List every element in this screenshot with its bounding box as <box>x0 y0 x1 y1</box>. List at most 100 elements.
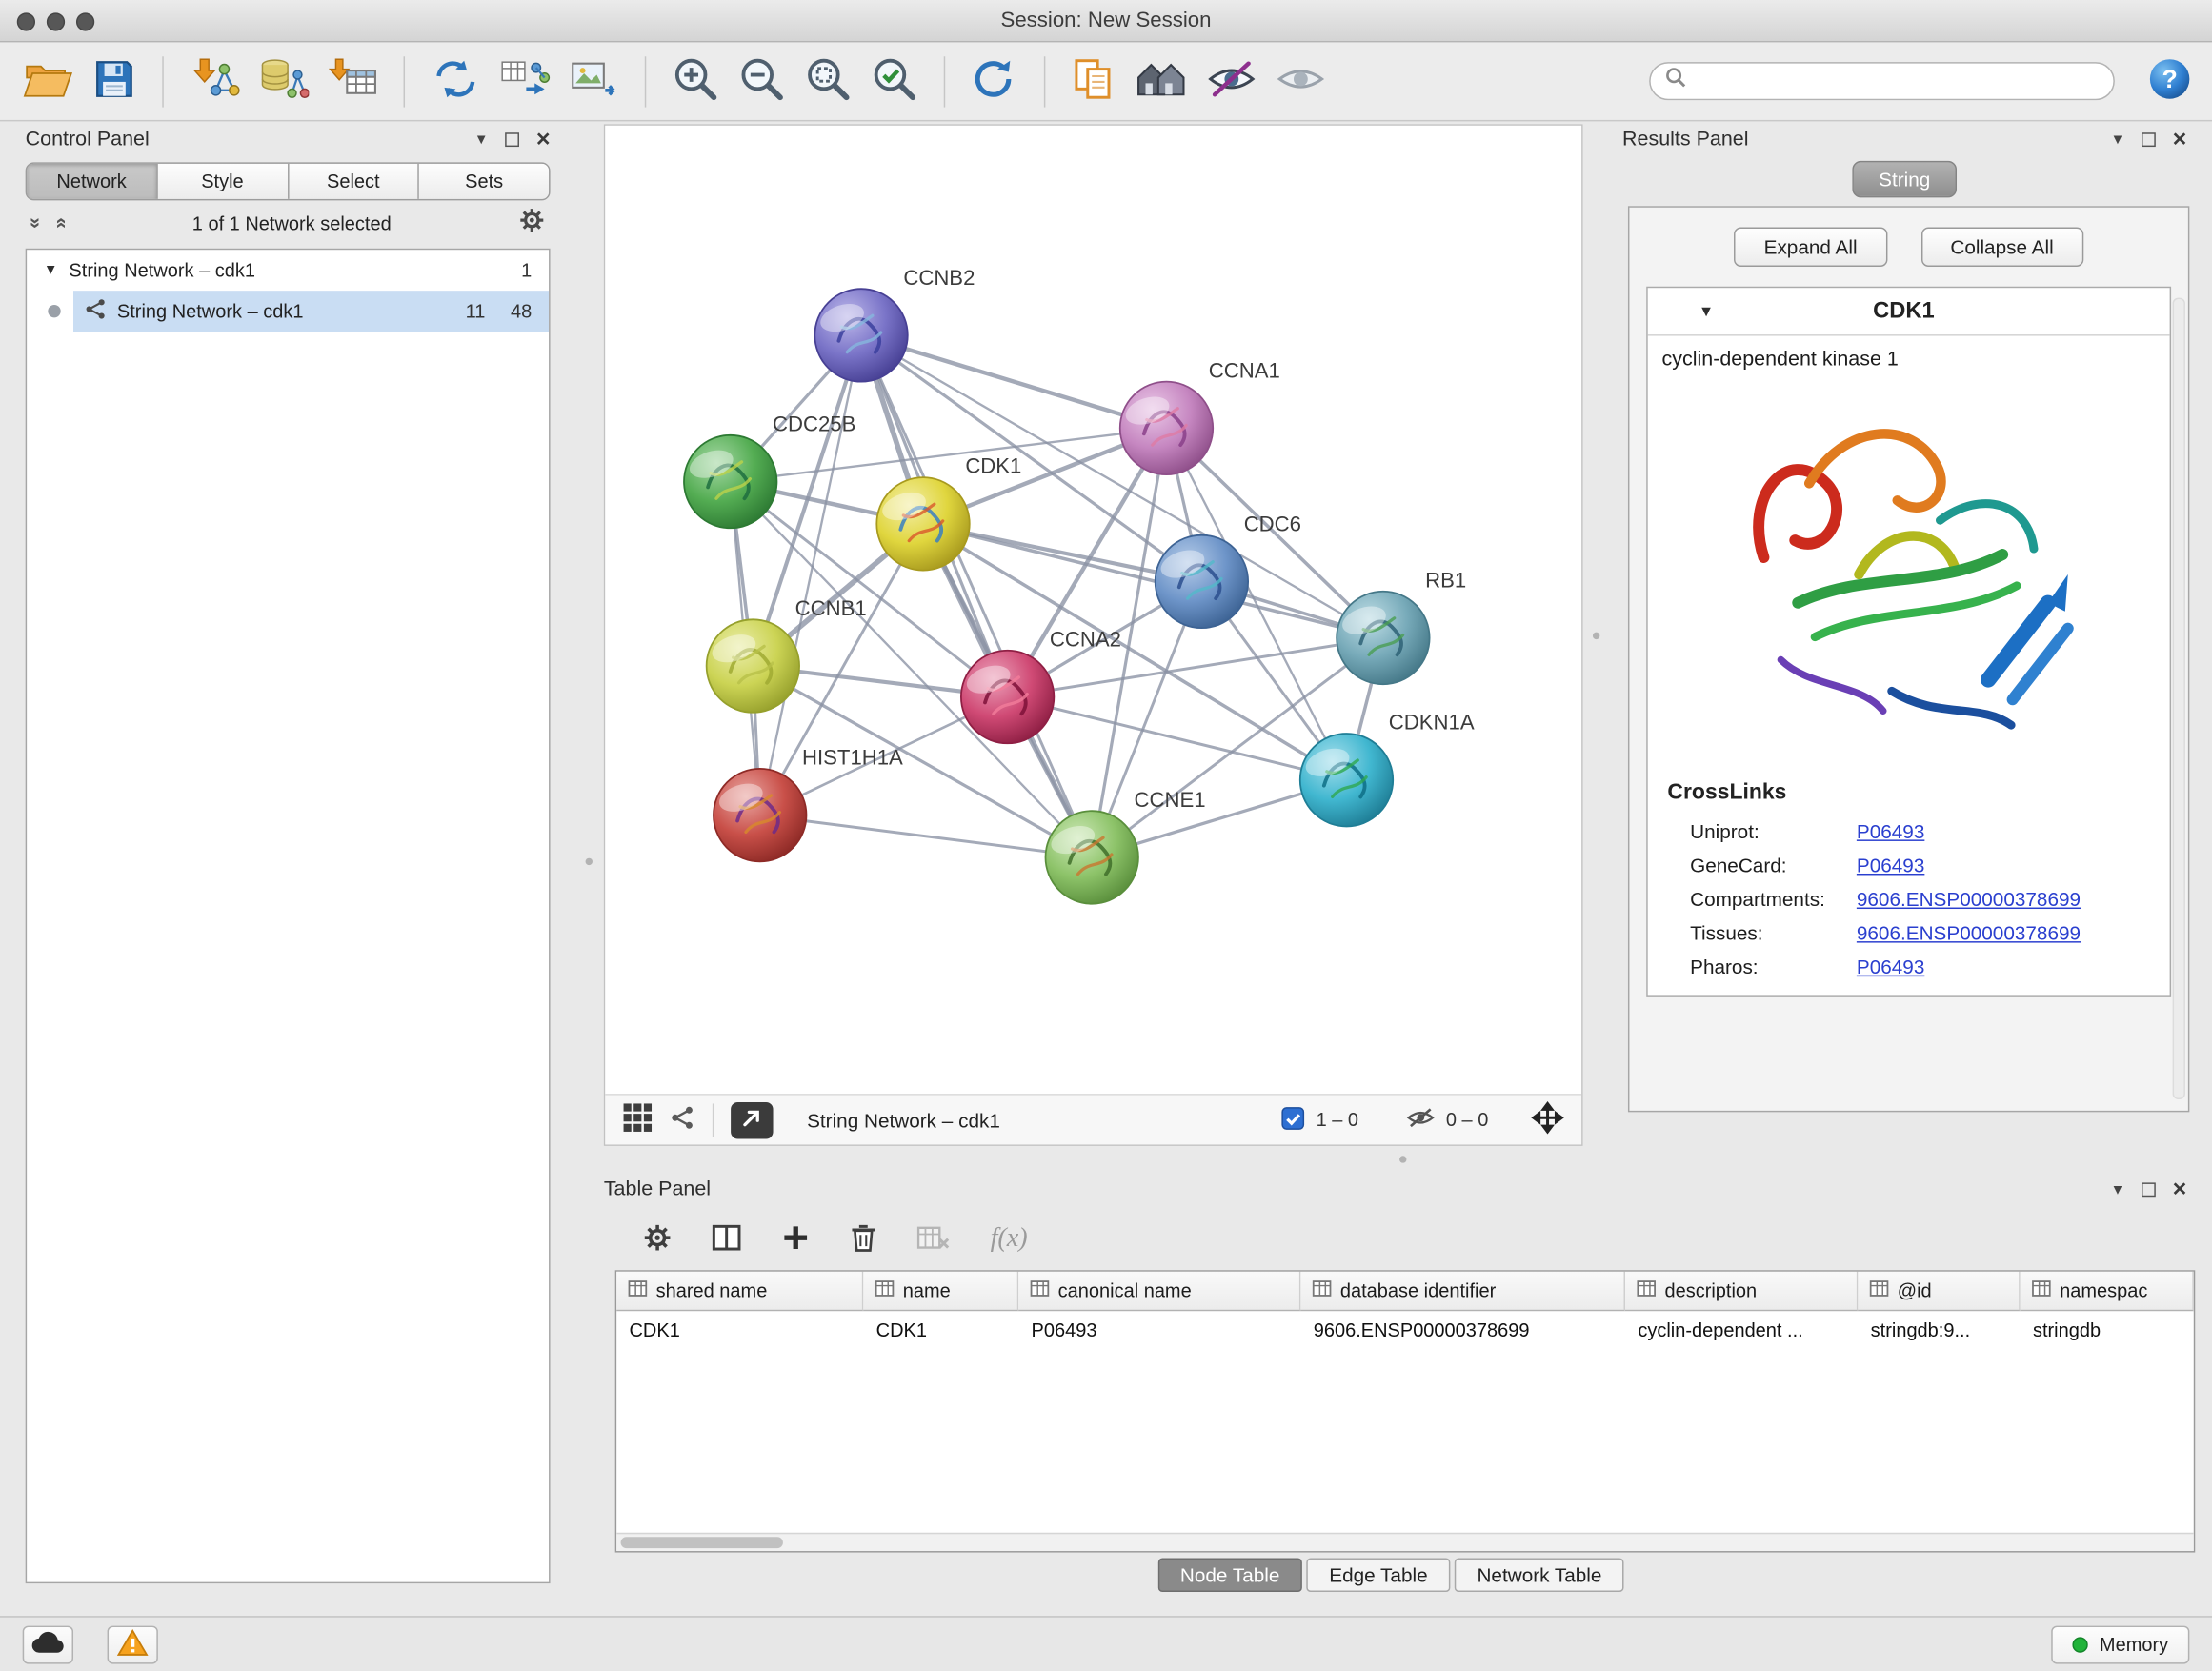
tab-style[interactable]: Style <box>157 164 288 199</box>
warnings-button[interactable] <box>108 1625 158 1663</box>
open-session-button[interactable] <box>20 55 76 108</box>
pharos-link[interactable]: P06493 <box>1857 956 1924 978</box>
hidden-eye-slash-icon[interactable] <box>1406 1106 1435 1133</box>
zoom-in-button[interactable] <box>669 52 722 111</box>
import-table-button[interactable] <box>325 53 381 109</box>
selected-checkbox-icon[interactable] <box>1281 1106 1305 1135</box>
table-toolbar: f(x) <box>581 1208 2201 1270</box>
cell-name[interactable]: CDK1 <box>863 1311 1018 1350</box>
maximize-window-button[interactable] <box>76 12 94 30</box>
network-node-RB1[interactable]: RB1 <box>1337 568 1466 684</box>
panel-float-icon[interactable] <box>2142 1182 2156 1197</box>
memory-button[interactable]: Memory <box>2052 1625 2190 1663</box>
table-settings-button[interactable] <box>643 1223 672 1256</box>
panel-close-icon[interactable]: × <box>2173 132 2187 147</box>
column-header-shared-name[interactable]: shared name <box>616 1272 863 1311</box>
column-header-namespace[interactable]: namespac <box>2021 1272 2194 1311</box>
scrollbar-thumb[interactable] <box>621 1537 783 1548</box>
column-header-name[interactable]: name <box>863 1272 1018 1311</box>
duplicate-document-button[interactable] <box>1068 53 1118 109</box>
compartments-link[interactable]: 9606.ENSP00000378699 <box>1857 888 2081 911</box>
show-graphics-details-button[interactable] <box>1273 55 1329 108</box>
tab-network-table[interactable]: Network Table <box>1455 1558 1624 1592</box>
column-header-description[interactable]: description <box>1625 1272 1858 1311</box>
zoom-out-icon <box>738 55 786 108</box>
network-node-CDKN1A[interactable]: CDKN1A <box>1300 711 1475 827</box>
network-options-gear-icon[interactable] <box>519 207 545 239</box>
apply-layout-button[interactable] <box>968 53 1021 109</box>
delete-table-button[interactable] <box>917 1223 952 1256</box>
column-header-canonical-name[interactable]: canonical name <box>1018 1272 1300 1311</box>
bottom-splitter-handle[interactable] <box>1399 1156 1406 1162</box>
cell-description[interactable]: cyclin-dependent ... <box>1625 1311 1858 1350</box>
cell-id[interactable]: stringdb:9... <box>1858 1311 2020 1350</box>
network-row[interactable]: String Network – cdk1 11 48 <box>27 291 549 332</box>
import-network-database-button[interactable] <box>255 53 312 109</box>
open-in-browser-button[interactable] <box>731 1101 773 1138</box>
import-network-file-button[interactable] <box>186 53 242 109</box>
genecard-link[interactable]: P06493 <box>1857 854 1924 876</box>
minimize-window-button[interactable] <box>47 12 65 30</box>
right-splitter-handle[interactable] <box>1593 633 1599 639</box>
tab-edge-table[interactable]: Edge Table <box>1307 1558 1451 1592</box>
gene-expand-icon[interactable]: ▼ <box>1699 303 1714 320</box>
panel-float-icon[interactable] <box>2142 132 2156 147</box>
panel-menu-icon[interactable]: ▼ <box>2111 1182 2125 1198</box>
zoom-out-button[interactable] <box>735 52 789 111</box>
save-session-button[interactable] <box>89 53 139 109</box>
function-builder-button[interactable]: f(x) <box>991 1223 1028 1255</box>
zoom-fit-button[interactable] <box>801 52 855 111</box>
gene-section-header[interactable]: ▼ CDK1 <box>1648 288 2170 335</box>
collapse-all-button[interactable]: Collapse All <box>1920 228 2083 267</box>
export-image-button[interactable] <box>566 53 622 109</box>
zoom-selected-button[interactable] <box>868 52 921 111</box>
column-header-database-identifier[interactable]: database identifier <box>1300 1272 1625 1311</box>
hide-graphics-details-button[interactable] <box>1203 55 1259 108</box>
panel-close-icon[interactable]: × <box>2173 1182 2187 1197</box>
results-scrollbar[interactable] <box>2173 298 2185 1099</box>
tab-node-table[interactable]: Node Table <box>1157 1558 1302 1592</box>
clone-network-button[interactable] <box>428 53 484 109</box>
network-node-HIST1H1A[interactable]: HIST1H1A <box>714 745 903 861</box>
panel-menu-icon[interactable]: ▼ <box>2111 132 2125 148</box>
network-canvas[interactable]: CCNB2CCNA1CDC25BCDK1CDC6RB1CCNB1CCNA2CDK… <box>605 126 1581 1094</box>
tab-string[interactable]: String <box>1852 161 1957 198</box>
cell-canonical-name[interactable]: P06493 <box>1018 1311 1300 1350</box>
horizontal-scrollbar[interactable] <box>616 1533 2194 1551</box>
cloud-status-button[interactable] <box>23 1625 73 1663</box>
expand-all-icon[interactable]: » <box>48 217 70 229</box>
add-column-button[interactable] <box>781 1223 810 1256</box>
cell-namespace[interactable]: stringdb <box>2021 1311 2194 1350</box>
network-node-CCNB1[interactable]: CCNB1 <box>707 596 867 713</box>
cell-database-identifier[interactable]: 9606.ENSP00000378699 <box>1300 1311 1625 1350</box>
string-view-button[interactable] <box>670 1105 695 1135</box>
search-input[interactable] <box>1696 70 2100 91</box>
collapse-all-icon[interactable]: » <box>26 217 49 229</box>
help-button[interactable]: ? <box>2147 56 2192 106</box>
left-splitter-handle[interactable] <box>586 858 593 865</box>
expand-all-button[interactable]: Expand All <box>1735 228 1887 267</box>
birds-eye-view-button[interactable] <box>622 1102 654 1137</box>
collection-expand-icon[interactable]: ▼ <box>44 263 58 278</box>
network-node-CDK1[interactable]: CDK1 <box>876 454 1021 571</box>
network-row-selected[interactable]: String Network – cdk1 11 48 <box>73 291 549 332</box>
close-window-button[interactable] <box>17 12 35 30</box>
column-header-id[interactable]: @id <box>1858 1272 2020 1311</box>
tab-sets[interactable]: Sets <box>419 164 549 199</box>
network-collection-row[interactable]: ▼ String Network – cdk1 1 <box>27 250 549 291</box>
network-from-table-button[interactable] <box>496 53 553 109</box>
tissues-link[interactable]: 9606.ENSP00000378699 <box>1857 921 2081 944</box>
table-row[interactable]: CDK1 CDK1 P06493 9606.ENSP00000378699 cy… <box>616 1311 2194 1350</box>
cell-shared-name[interactable]: CDK1 <box>616 1311 863 1350</box>
panel-close-icon[interactable]: × <box>536 132 551 147</box>
tab-select[interactable]: Select <box>289 164 419 199</box>
pan-mode-button[interactable] <box>1531 1100 1565 1138</box>
tab-network[interactable]: Network <box>27 164 157 199</box>
show-columns-button[interactable] <box>711 1223 742 1256</box>
network-node-CCNA1[interactable]: CCNA1 <box>1120 358 1280 474</box>
panel-float-icon[interactable] <box>505 132 519 147</box>
uniprot-link[interactable]: P06493 <box>1857 820 1924 843</box>
home-button[interactable] <box>1132 55 1191 108</box>
panel-menu-icon[interactable]: ▼ <box>474 132 489 148</box>
delete-column-button[interactable] <box>850 1221 878 1257</box>
